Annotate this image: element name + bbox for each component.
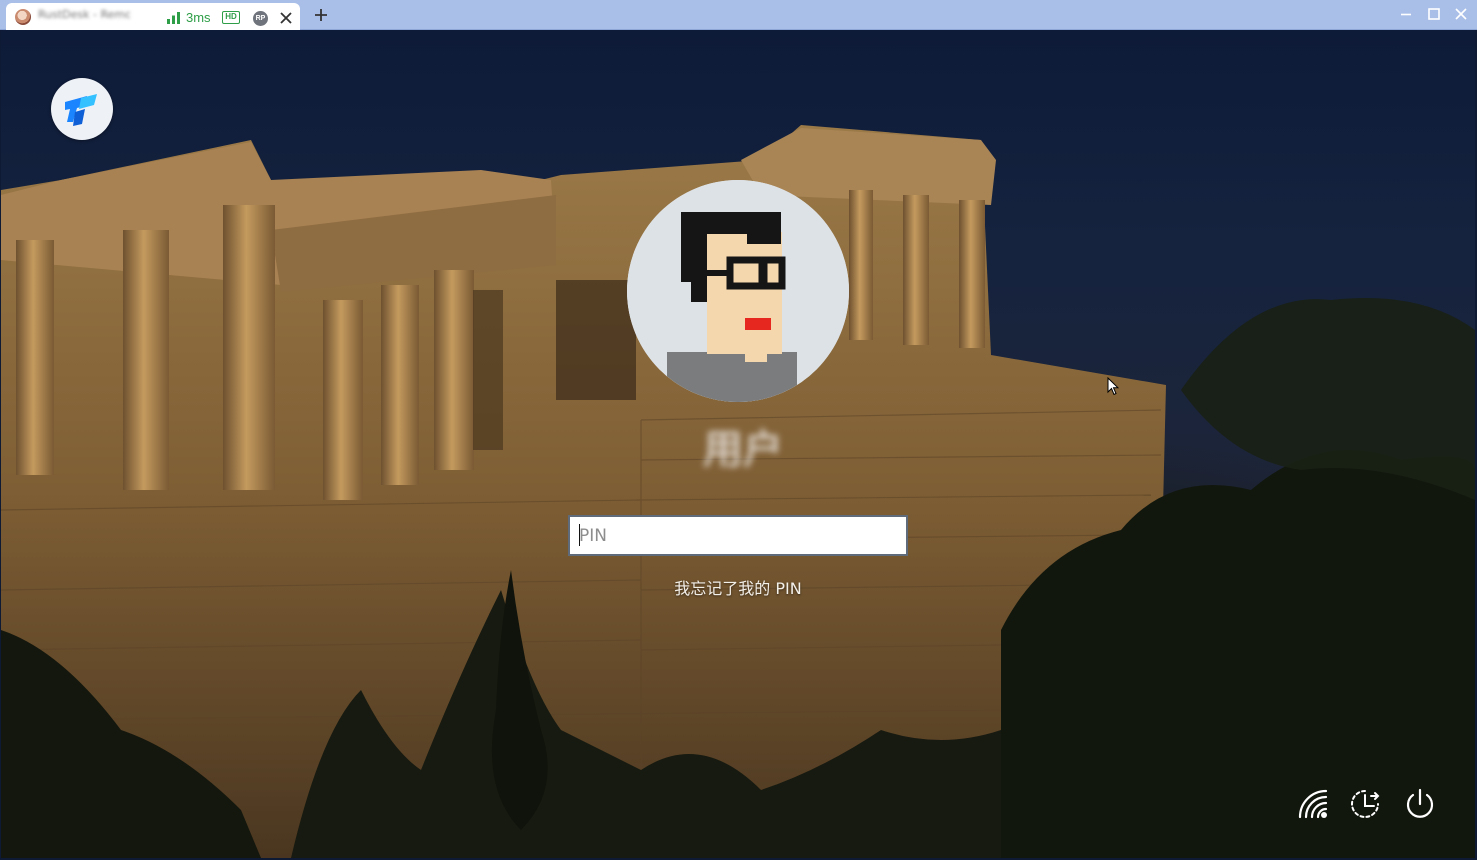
profile-favicon-icon (15, 9, 31, 25)
minimize-icon[interactable] (1398, 6, 1414, 22)
tab-title: RustDesk - Remote (38, 8, 130, 21)
accessibility-icon[interactable] (1348, 787, 1382, 821)
browser-tab[interactable]: RustDesk - Remote 3ms HD RP (6, 3, 300, 30)
close-window-icon[interactable] (1453, 6, 1469, 22)
forgot-pin-link[interactable]: 我忘记了我的 PIN (601, 575, 875, 599)
pin-input[interactable] (568, 515, 908, 556)
avatar (627, 180, 849, 402)
title-bar: RustDesk - Remote 3ms HD RP (0, 0, 1477, 30)
latency-text: 3ms (186, 10, 211, 25)
signal-bars-icon (167, 12, 180, 24)
network-wifi-icon[interactable] (1296, 787, 1330, 821)
hd-badge[interactable]: HD (222, 11, 240, 24)
username: 用户 (703, 427, 783, 473)
teamviewer-logo-icon[interactable] (51, 78, 113, 140)
power-icon[interactable] (1403, 787, 1437, 821)
rp-badge[interactable]: RP (253, 11, 268, 26)
plus-icon[interactable] (313, 7, 329, 23)
mouse-cursor-icon (1107, 377, 1119, 396)
lock-screen: 用户 我忘记了我的 PIN (1, 30, 1475, 858)
text-caret (579, 524, 580, 546)
close-icon[interactable] (279, 11, 293, 25)
maximize-icon[interactable] (1426, 6, 1442, 22)
